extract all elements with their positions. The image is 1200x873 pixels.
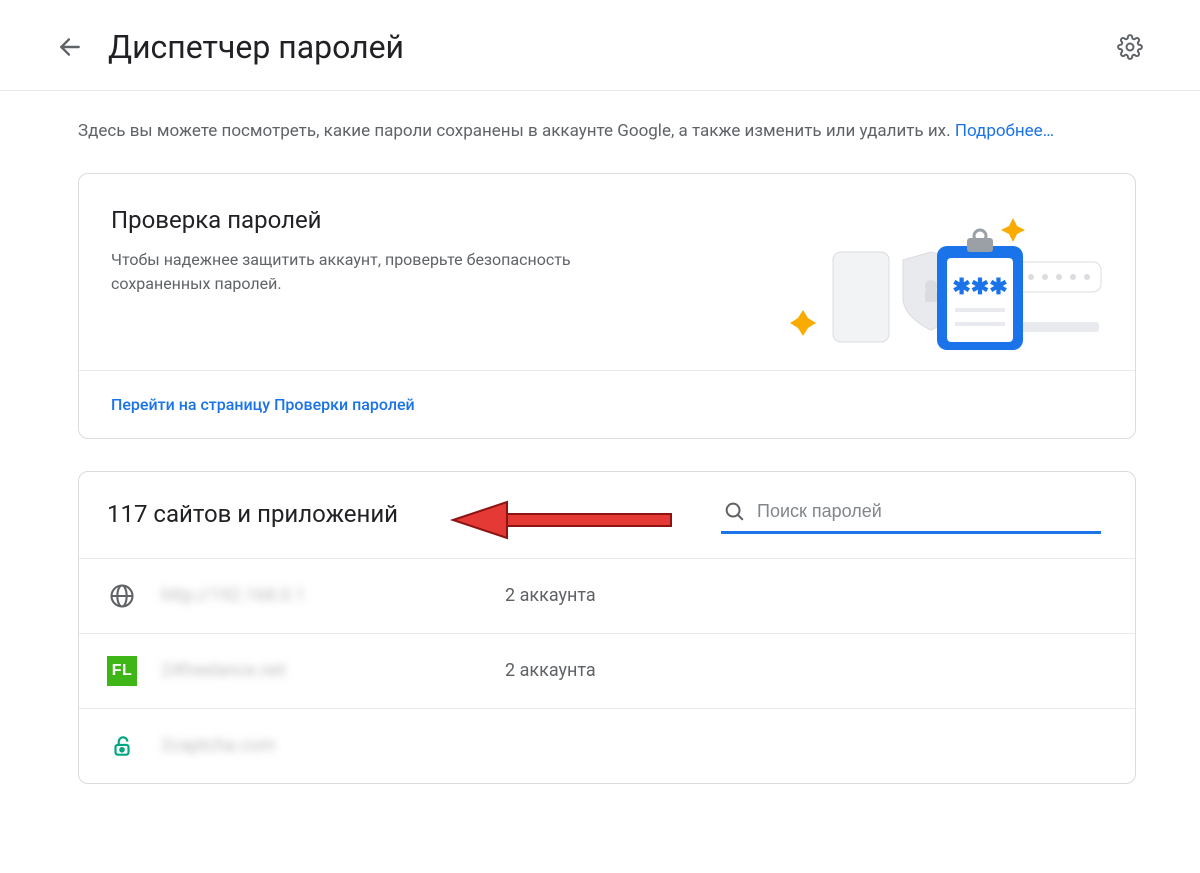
checkup-footer: Перейти на страницу Проверки паролей — [79, 370, 1135, 438]
search-input[interactable] — [755, 500, 1099, 523]
checkup-illustration: ✱✱✱ — [763, 212, 1103, 352]
sites-head: 117 сайтов и приложений — [79, 472, 1135, 558]
checkup-text: Проверка паролей Чтобы надежнее защитить… — [111, 202, 739, 296]
settings-button[interactable] — [1116, 33, 1144, 61]
svg-text:✱✱✱: ✱✱✱ — [952, 274, 1007, 299]
site-row[interactable]: 2captcha.com — [79, 708, 1135, 783]
back-button[interactable] — [56, 33, 84, 61]
password-checkup-card: Проверка паролей Чтобы надежнее защитить… — [78, 173, 1136, 439]
learn-more-link[interactable]: Подробнее… — [955, 121, 1054, 141]
header-left: Диспетчер паролей — [56, 28, 404, 66]
arrow-left-icon — [57, 34, 83, 60]
page-title: Диспетчер паролей — [108, 28, 404, 66]
site-row[interactable]: http://192.168.0.1 2 аккаунта — [79, 558, 1135, 633]
intro-text-row: Здесь вы можете посмотреть, какие пароли… — [78, 115, 1136, 173]
red-arrow-icon — [447, 500, 677, 540]
globe-icon — [107, 581, 137, 611]
site-account-count: 2 аккаунта — [505, 660, 596, 681]
annotation-arrow — [447, 500, 677, 544]
search-icon — [723, 500, 745, 522]
checkup-cta-link[interactable]: Перейти на страницу Проверки паролей — [111, 395, 415, 414]
site-name: http://192.168.0.1 — [161, 585, 481, 606]
checkup-description: Чтобы надежнее защитить аккаунт, проверь… — [111, 248, 631, 296]
password-search[interactable] — [721, 500, 1101, 534]
site-row[interactable]: FL 24freelance.net 2 аккаунта — [79, 633, 1135, 708]
open-lock-icon — [107, 731, 137, 761]
intro-text: Здесь вы можете посмотреть, какие пароли… — [78, 121, 955, 141]
fl-favicon-icon: FL — [107, 656, 137, 686]
site-name: 24freelance.net — [161, 660, 481, 681]
checkup-body: Проверка паролей Чтобы надежнее защитить… — [79, 174, 1135, 370]
saved-sites-card: 117 сайтов и приложений — [78, 471, 1136, 784]
clipboard-illustration-icon: ✱✱✱ — [763, 212, 1103, 352]
sites-heading: 117 сайтов и приложений — [107, 500, 398, 528]
site-account-count: 2 аккаунта — [505, 585, 596, 606]
site-name: 2captcha.com — [161, 735, 481, 756]
checkup-title: Проверка паролей — [111, 206, 739, 234]
app-header: Диспетчер паролей — [0, 0, 1200, 91]
gear-icon — [1117, 34, 1143, 60]
